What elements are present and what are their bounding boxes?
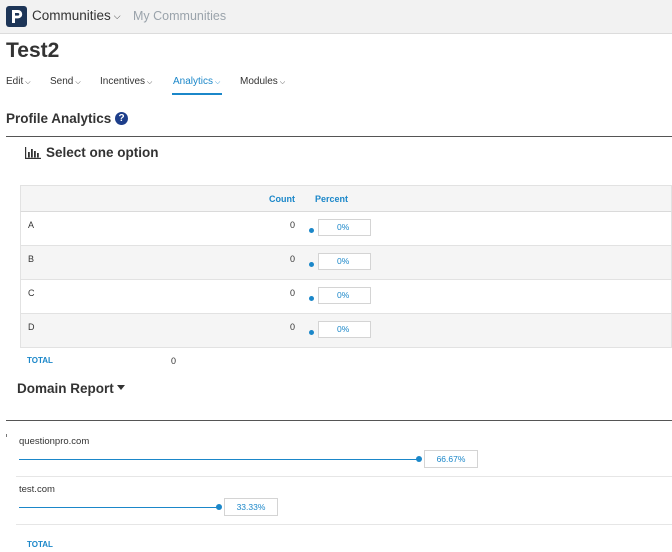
- question-title: Select one option: [46, 145, 159, 160]
- table-row: B 0 0%: [20, 246, 672, 280]
- domain-bar-dot: [216, 504, 222, 510]
- row-percent: 0%: [318, 253, 371, 270]
- row-label: A: [28, 220, 35, 230]
- nav-analytics-label: Analytics: [173, 76, 214, 87]
- row-label: D: [28, 322, 35, 332]
- my-communities-link[interactable]: My Communities: [133, 9, 226, 23]
- domain-bar: [19, 459, 419, 460]
- communities-label: Communities: [32, 8, 111, 23]
- chevron-down-icon: ⌵: [113, 11, 121, 21]
- domain-separator: [16, 476, 672, 477]
- row-percent: 0%: [318, 321, 371, 338]
- table-header: Count Percent: [20, 185, 672, 212]
- table-row: A 0 0%: [20, 212, 672, 246]
- top-bar: Communities ⌵ My Communities: [0, 0, 672, 34]
- chevron-down-icon: ⌵: [75, 79, 81, 86]
- chevron-down-icon: ⌵: [147, 79, 153, 86]
- chevron-down-icon: ⌵: [279, 79, 286, 86]
- nav-send-label: Send: [50, 76, 74, 87]
- page-title: Test2: [6, 39, 60, 62]
- domain-separator: [16, 524, 672, 525]
- nav-incentives[interactable]: Incentives ⌵: [100, 76, 152, 87]
- percent-dot: [309, 228, 314, 233]
- domain-percent: 33.33%: [224, 498, 278, 516]
- nav-edit-label: Edit: [6, 76, 24, 87]
- table-row: D 0 0%: [20, 314, 672, 348]
- row-count: 0: [289, 220, 295, 230]
- domain-report-divider: [6, 420, 672, 421]
- row-label: B: [28, 254, 35, 264]
- percent-dot: [309, 296, 314, 301]
- nav-incentives-label: Incentives: [100, 76, 146, 87]
- column-header-count[interactable]: Count: [269, 194, 295, 204]
- percent-dot: [309, 262, 314, 267]
- communities-dropdown[interactable]: Communities ⌵: [32, 8, 121, 23]
- caret-down-icon: [116, 385, 125, 390]
- row-count: 0: [289, 288, 295, 298]
- domain-total-label: TOTAL: [27, 540, 53, 549]
- total-label: TOTAL: [27, 356, 53, 365]
- nav-send[interactable]: Send ⌵: [50, 76, 81, 87]
- domain-bar: [19, 507, 219, 508]
- chevron-down-icon: ⌵: [25, 79, 31, 86]
- row-count: 0: [289, 322, 295, 332]
- row-count: 0: [289, 254, 295, 264]
- domain-report-title: Domain Report: [17, 381, 114, 396]
- domain-bar-dot: [416, 456, 422, 462]
- logo-icon: [12, 10, 23, 23]
- domain-name: questionpro.com: [19, 436, 90, 447]
- domain-report-dropdown[interactable]: Domain Report: [17, 381, 125, 396]
- help-icon[interactable]: ?: [115, 112, 128, 125]
- column-header-percent[interactable]: Percent: [315, 194, 348, 204]
- table-row: C 0 0%: [20, 280, 672, 314]
- bar-chart-icon: [25, 147, 41, 159]
- domain-name: test.com: [19, 484, 55, 495]
- nav-modules-label: Modules: [240, 76, 278, 87]
- nav-edit[interactable]: Edit ⌵: [6, 76, 31, 87]
- section-divider: [6, 136, 672, 137]
- row-label: C: [28, 288, 35, 298]
- section-title: Profile Analytics: [6, 111, 112, 126]
- total-value: 0: [171, 356, 177, 366]
- row-percent: 0%: [318, 219, 371, 236]
- nav-analytics[interactable]: Analytics ⌵: [173, 76, 220, 87]
- app-logo[interactable]: [6, 6, 27, 27]
- domain-percent: 66.67%: [424, 450, 478, 468]
- row-percent: 0%: [318, 287, 371, 304]
- tick-mark: [6, 434, 7, 437]
- nav-active-underline: [172, 93, 222, 95]
- percent-dot: [309, 330, 314, 335]
- results-table: Count Percent A 0 0% B 0 0% C 0 0% D 0 0…: [20, 185, 672, 348]
- chevron-down-icon: ⌵: [215, 79, 221, 86]
- nav-modules[interactable]: Modules ⌵: [240, 76, 285, 87]
